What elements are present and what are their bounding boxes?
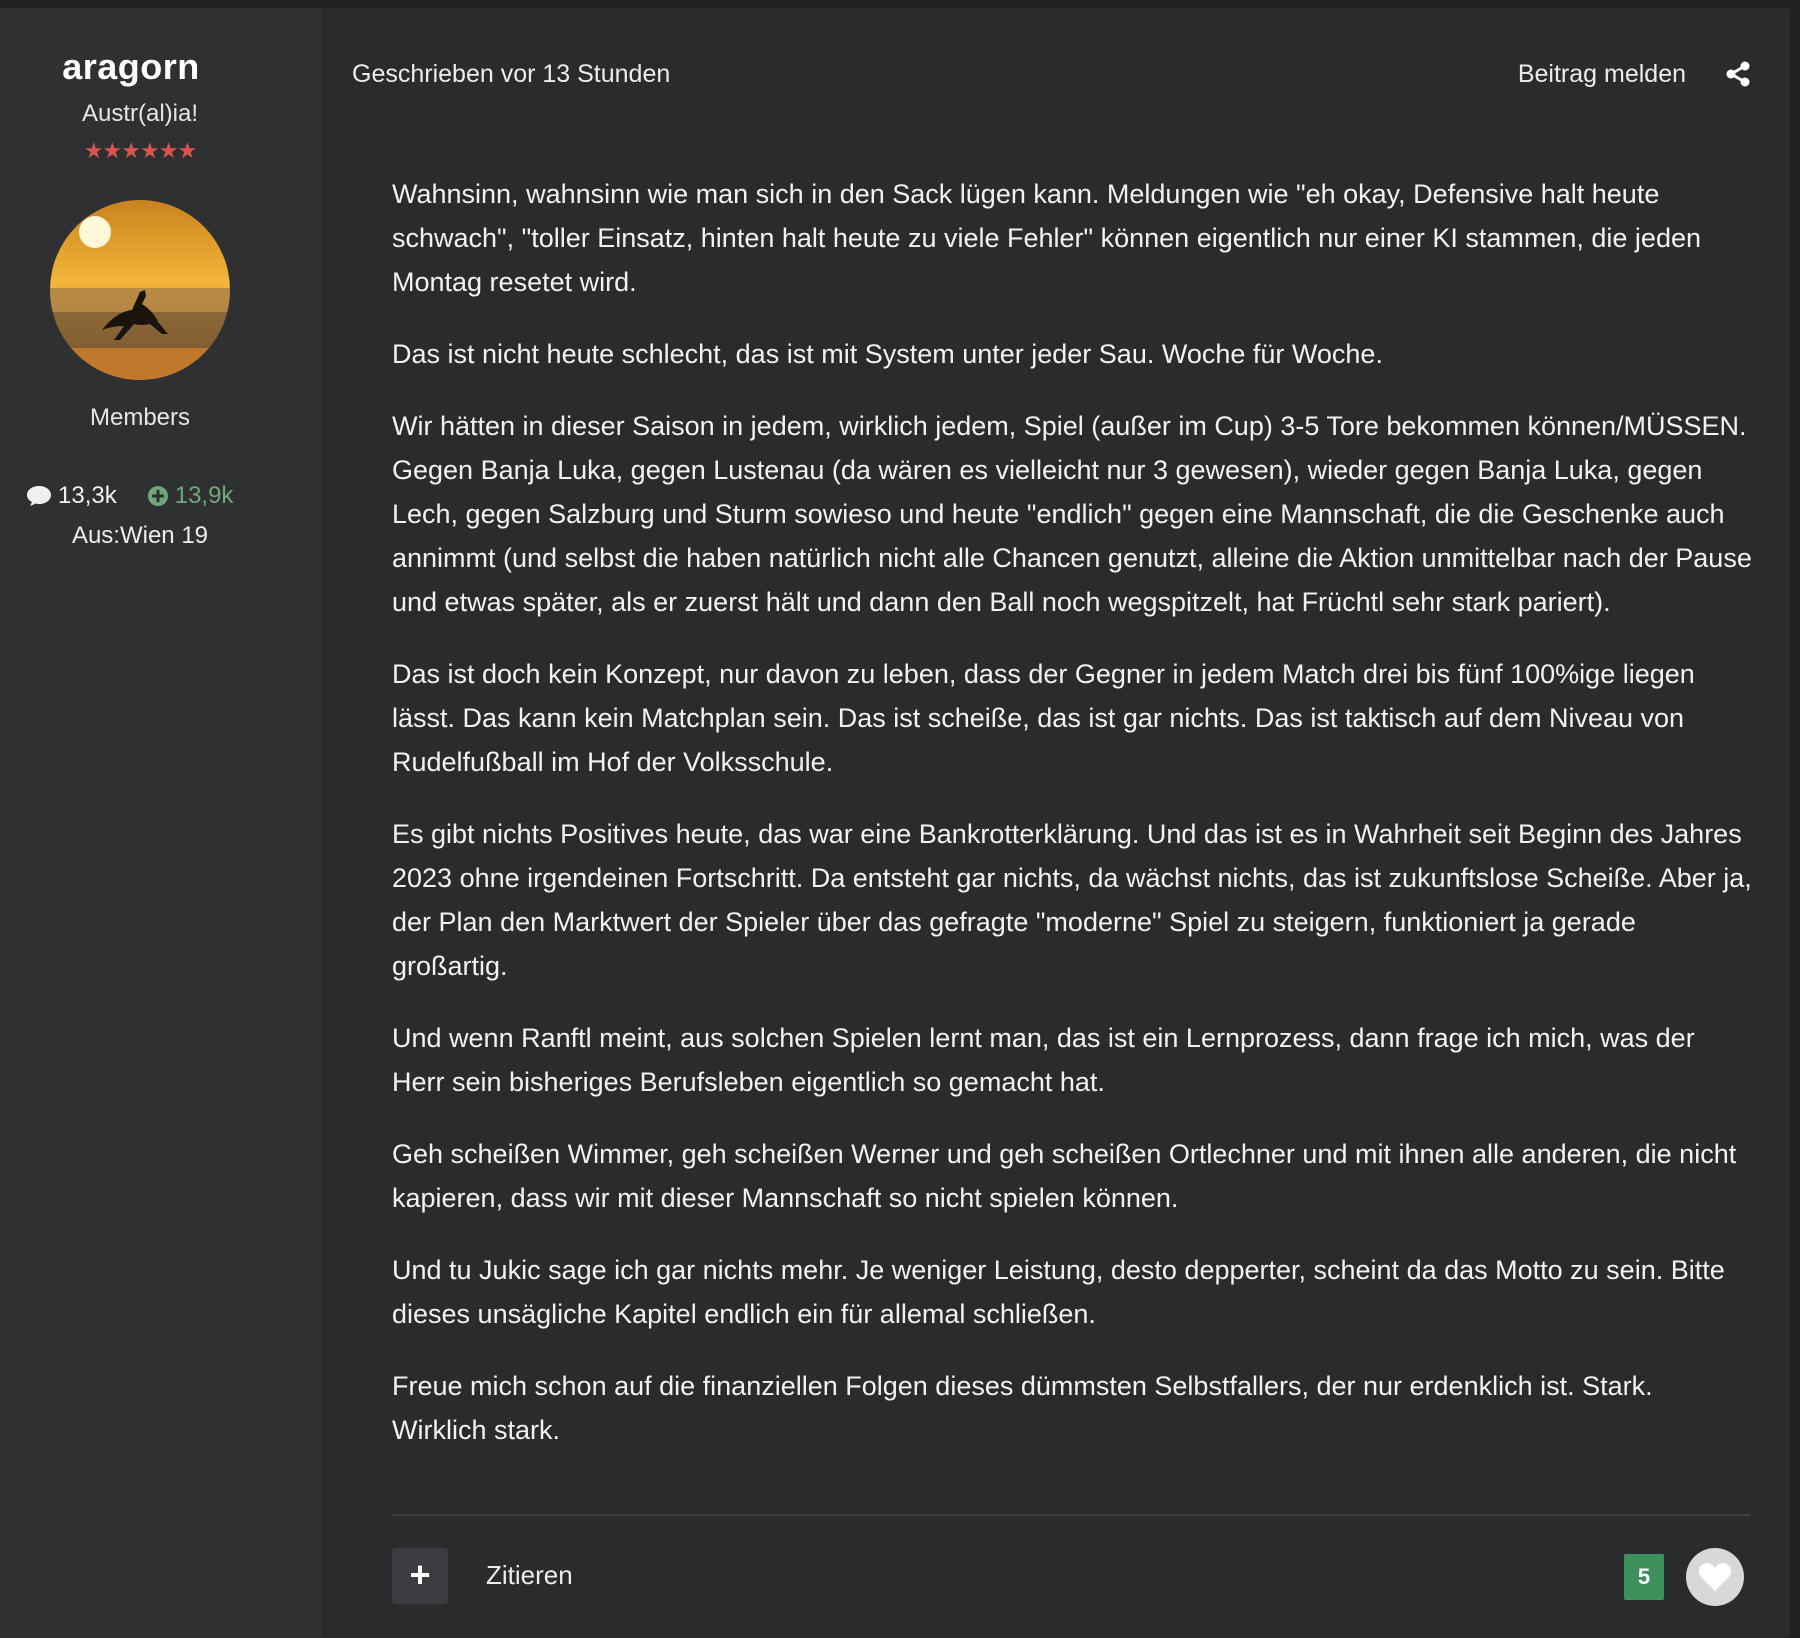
multiquote-button[interactable]: + bbox=[392, 1548, 448, 1604]
author-panel: aragorn Austr(al)ia! ★★★★★★ Members 13,3… bbox=[0, 8, 322, 1638]
post-paragraph: Wir hätten in dieser Saison in jedem, wi… bbox=[392, 411, 1752, 617]
share-icon[interactable] bbox=[1724, 60, 1752, 88]
quote-button[interactable]: Zitieren bbox=[486, 1560, 573, 1591]
report-post-link[interactable]: Beitrag melden bbox=[1518, 60, 1686, 89]
author-name[interactable]: aragorn bbox=[0, 46, 262, 88]
post-paragraph: Es gibt nichts Positives heute, das war … bbox=[392, 819, 1752, 981]
post-timestamp: Geschrieben vor 13 Stunden bbox=[352, 60, 671, 88]
author-location: Aus:Wien 19 bbox=[71, 522, 209, 549]
post-content: Geschrieben vor 13 Stunden Beitrag melde… bbox=[322, 8, 1790, 1638]
reputation-value: 13,9k bbox=[174, 482, 234, 509]
reputation[interactable]: 13,9k bbox=[147, 482, 234, 510]
post-paragraph: Freue mich schon auf die finanziellen Fo… bbox=[392, 1371, 1653, 1445]
post-paragraph: Und wenn Ranftl meint, aus solchen Spiel… bbox=[392, 1023, 1695, 1097]
author-title: Austr(al)ia! bbox=[81, 100, 199, 127]
comment-icon bbox=[27, 486, 51, 506]
avatar-image bbox=[50, 200, 230, 380]
plus-circle-icon bbox=[147, 486, 168, 506]
post-divider bbox=[392, 1514, 1750, 1516]
post-paragraph: Wahnsinn, wahnsinn wie man sich in den S… bbox=[392, 179, 1701, 297]
post-count-value: 13,3k bbox=[58, 482, 117, 509]
post-paragraph: Das ist doch kein Konzept, nur davon zu … bbox=[392, 659, 1695, 777]
post-paragraph: Geh scheißen Wimmer, geh scheißen Werner… bbox=[392, 1139, 1737, 1213]
heart-icon bbox=[1698, 1563, 1732, 1591]
reaction-count-badge[interactable]: 5 bbox=[1624, 1554, 1664, 1600]
member-group: Members bbox=[89, 404, 191, 431]
post-body: Wahnsinn, wahnsinn wie man sich in den S… bbox=[392, 172, 1754, 1480]
rank-stars: ★★★★★★ bbox=[83, 138, 197, 163]
forum-post: aragorn Austr(al)ia! ★★★★★★ Members 13,3… bbox=[0, 8, 1790, 1638]
post-count[interactable]: 13,3k bbox=[26, 482, 117, 510]
post-paragraph: Das ist nicht heute schlecht, das ist mi… bbox=[392, 339, 1383, 369]
post-paragraph: Und tu Jukic sage ich gar nichts mehr. J… bbox=[392, 1255, 1725, 1329]
like-button[interactable] bbox=[1686, 1548, 1744, 1606]
author-stats: 13,3k 13,9k bbox=[26, 482, 233, 510]
avatar[interactable] bbox=[50, 200, 230, 380]
